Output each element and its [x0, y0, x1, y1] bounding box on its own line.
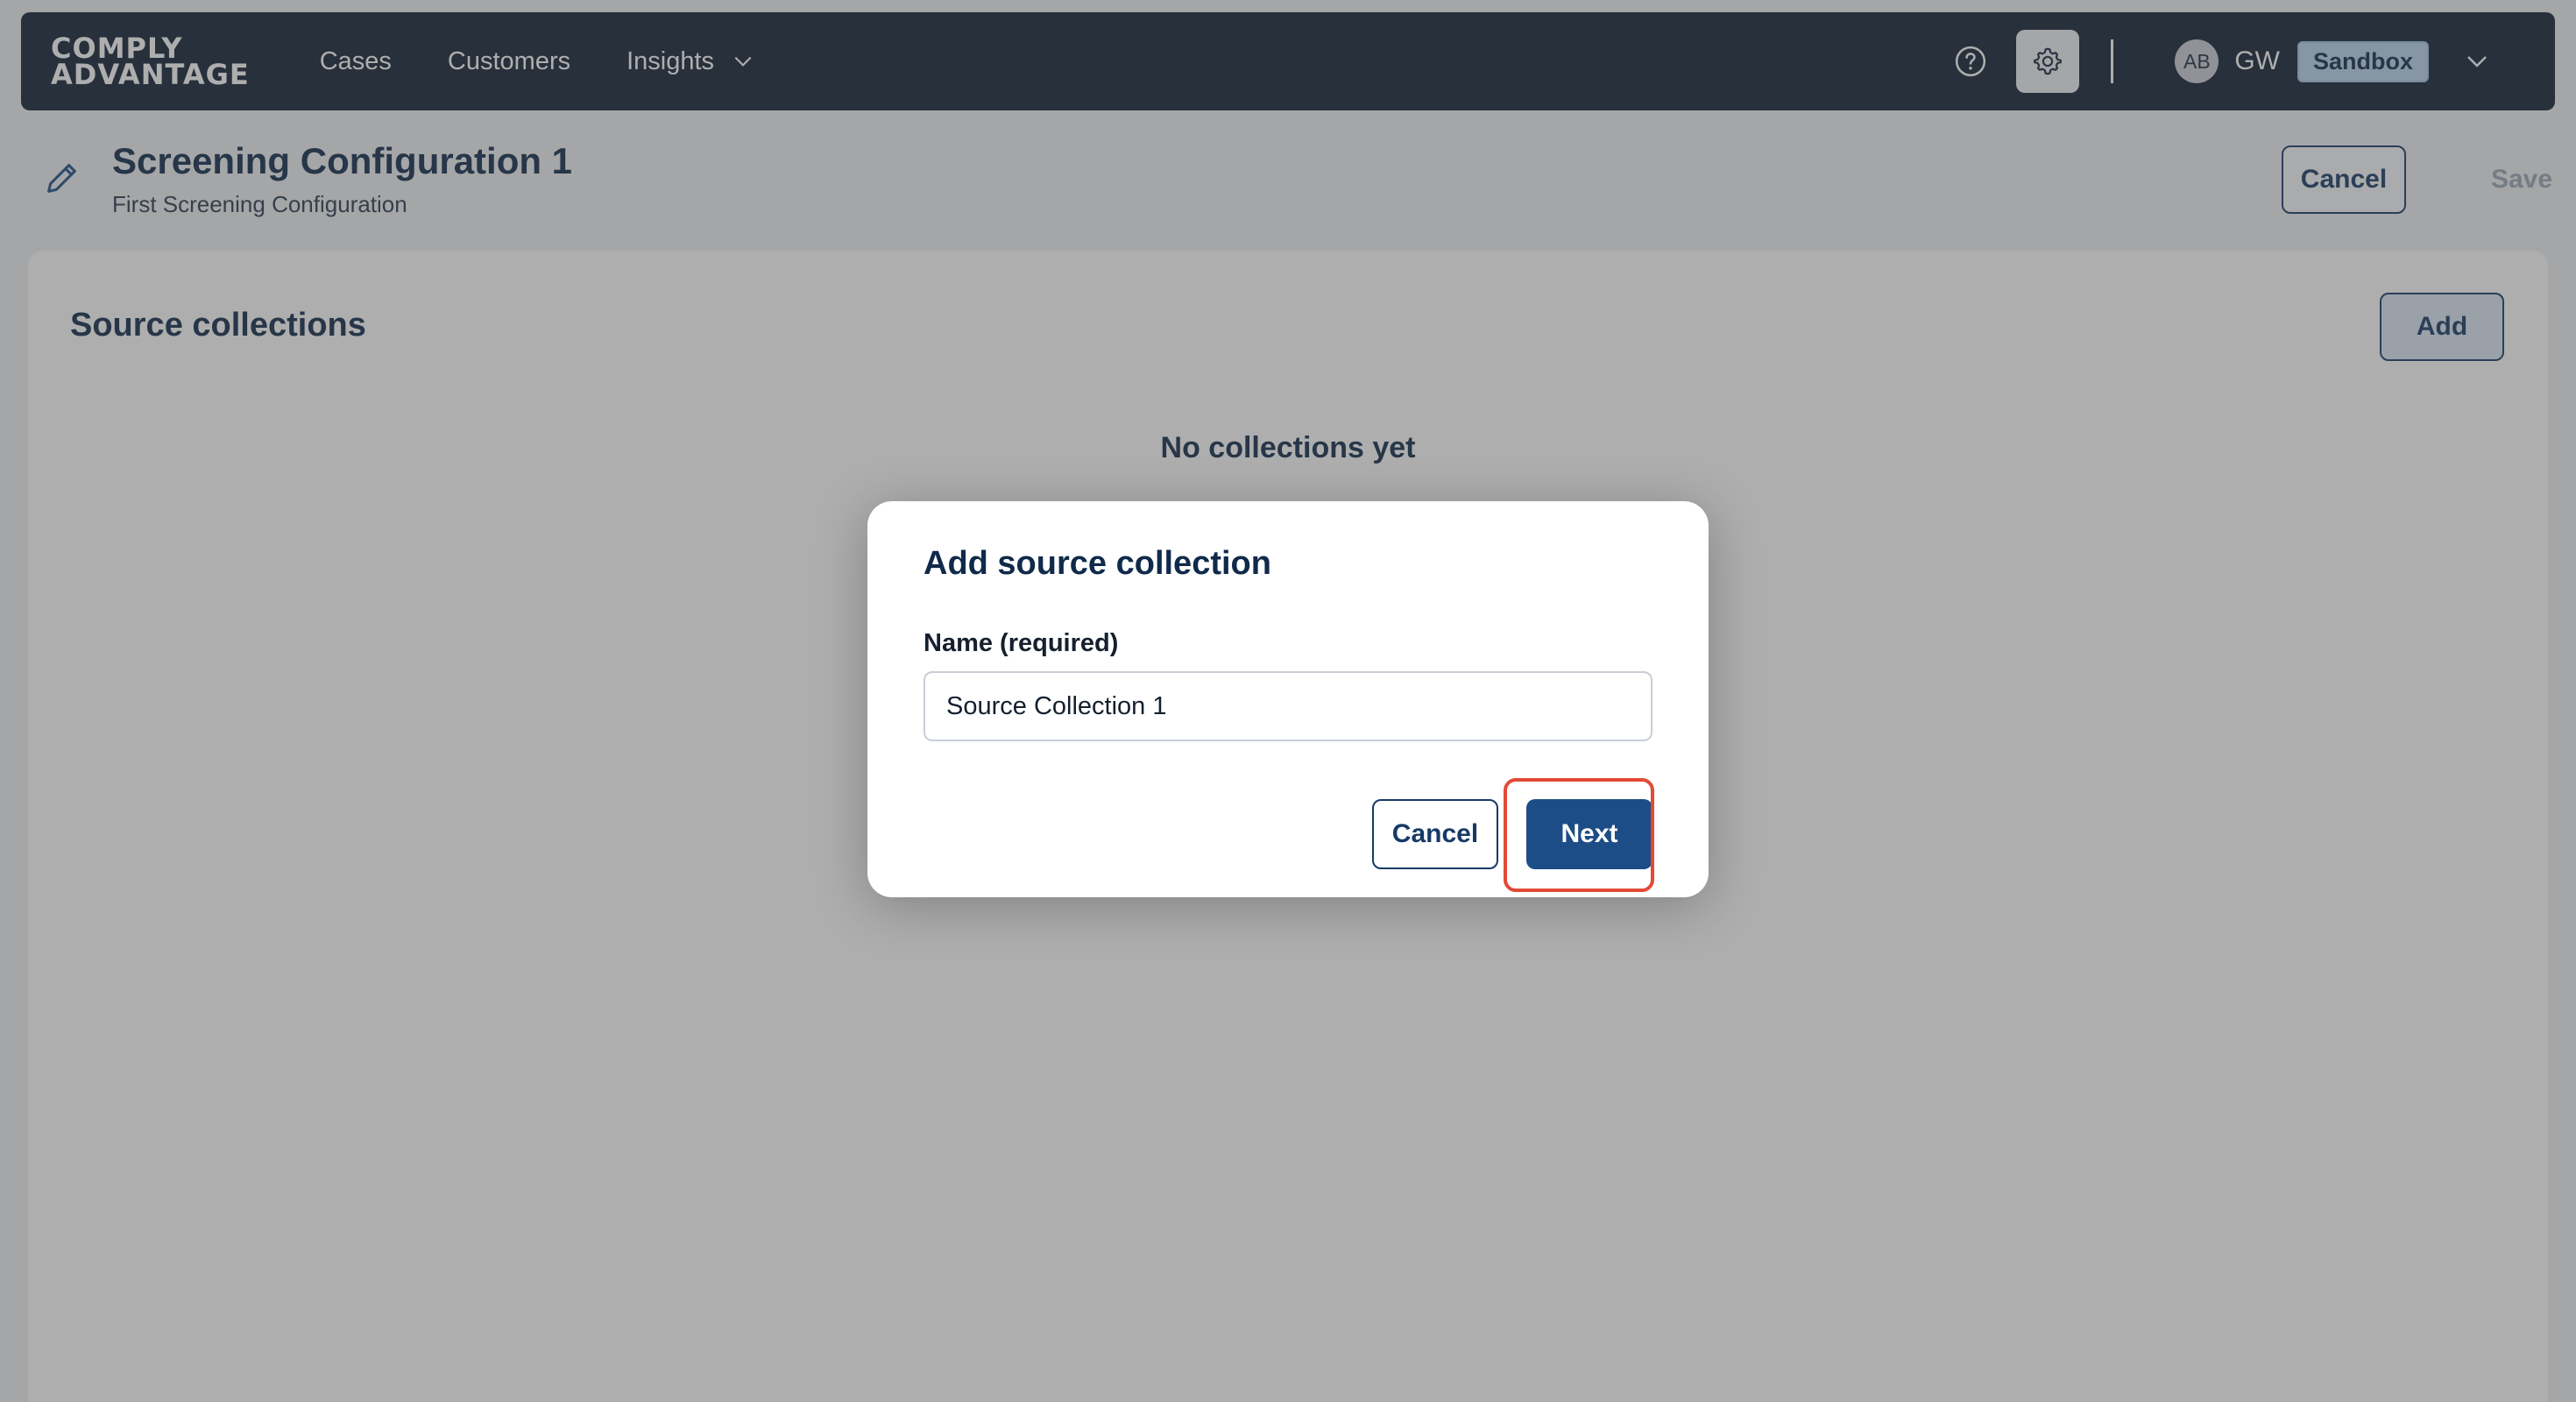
name-field-label: Name (required) [924, 629, 1119, 657]
page: COMPLY ADVANTAGE Cases Customers Insight… [0, 0, 2576, 1402]
add-source-collection-dialog: Add source collection Name (required) Ca… [867, 501, 1709, 897]
dialog-title: Add source collection [924, 545, 1271, 582]
name-input[interactable] [924, 671, 1652, 741]
dialog-cancel-button[interactable]: Cancel [1372, 799, 1498, 869]
next-button[interactable]: Next [1526, 799, 1652, 869]
